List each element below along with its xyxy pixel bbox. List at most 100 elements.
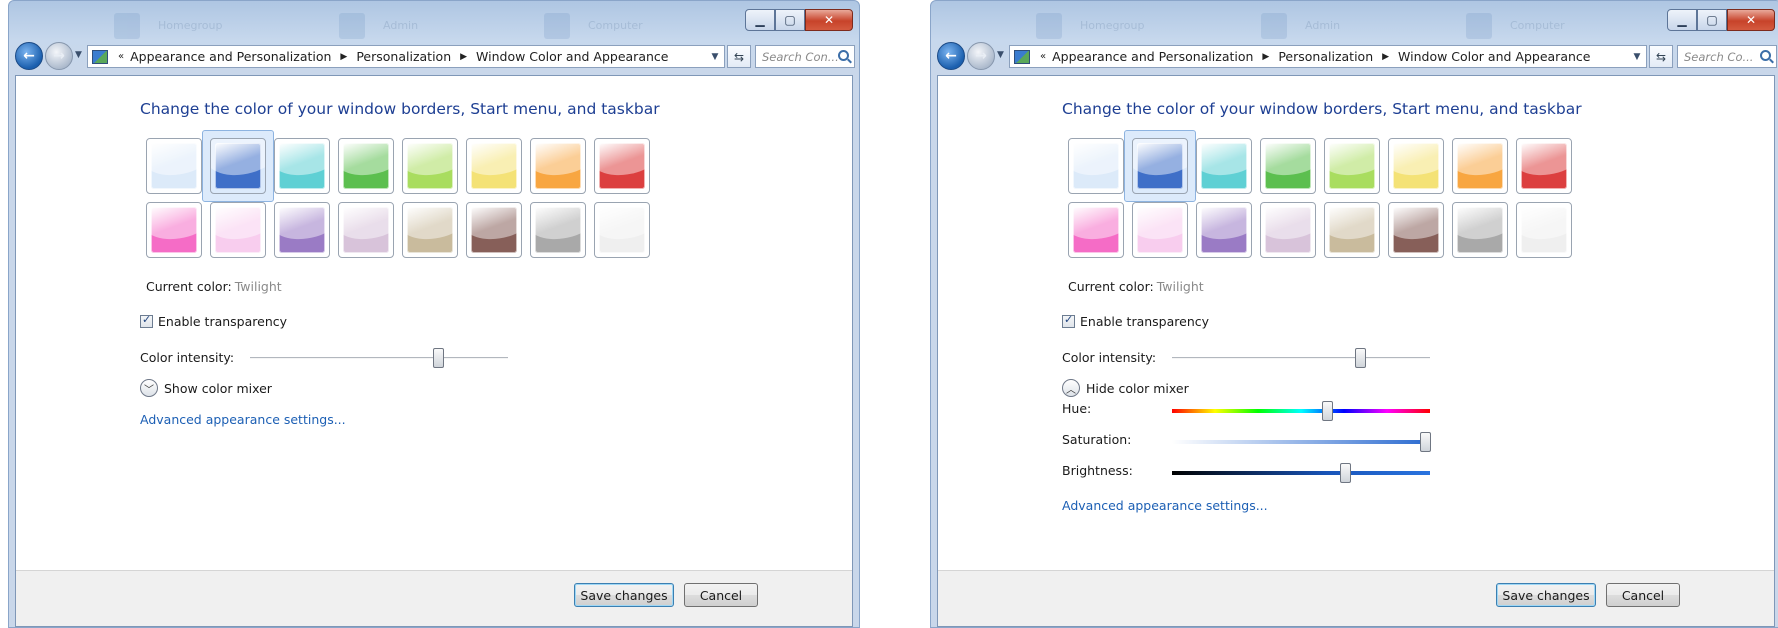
close-icon[interactable]: ✕ [1727,9,1775,31]
search-input[interactable]: Search Co... [1677,45,1777,68]
breadcrumb-personalization[interactable]: Personalization [1278,49,1373,64]
saturation-slider[interactable] [1172,432,1431,452]
recent-pages-dropdown[interactable]: ▼ [75,50,82,60]
transparency-label[interactable]: Enable transparency [158,314,287,329]
color-swatch-violet[interactable] [1068,202,1124,258]
color-swatch-lime[interactable] [1324,138,1380,194]
breadcrumb-window-color[interactable]: Window Color and Appearance [476,49,668,64]
desktop-ghost-item: Homegroup [1036,13,1186,43]
advanced-appearance-link[interactable]: Advanced appearance settings... [140,412,346,427]
address-dropdown-icon[interactable]: ▼ [706,52,724,62]
advanced-appearance-link[interactable]: Advanced appearance settings... [1062,498,1268,513]
hue-slider[interactable] [1172,401,1430,421]
color-swatch-frost[interactable] [466,202,522,258]
transparency-label[interactable]: Enable transparency [1080,314,1209,329]
minimize-icon[interactable]: ▁ [745,9,775,31]
color-swatch-sea[interactable] [1196,138,1252,194]
hue-thumb[interactable] [1321,401,1333,421]
color-swatch-slate[interactable] [1324,202,1380,258]
overflow-chevron[interactable]: « [118,51,124,62]
color-swatch-sky[interactable] [146,138,202,194]
breadcrumb-arrow-icon[interactable]: ▶ [1382,52,1389,62]
desktop-ghost-item: Admin [1261,13,1411,43]
close-icon[interactable]: ✕ [805,9,853,31]
refresh-icon[interactable]: ⇆ [727,45,751,68]
color-swatch-twilight[interactable] [1132,138,1188,194]
cancel-button[interactable]: Cancel [1606,583,1680,607]
color-swatch-stone[interactable] [1452,202,1508,258]
color-swatch-twilight[interactable] [210,138,266,194]
brightness-slider[interactable] [1172,463,1430,483]
color-swatch-sun[interactable] [466,138,522,194]
color-swatch-blush[interactable] [1516,138,1572,194]
color-mixer-label[interactable]: Hide color mixer [1086,381,1189,396]
address-bar[interactable]: « Appearance and Personalization ▶ Perso… [87,45,725,68]
transparency-option[interactable]: Enable transparency [140,313,287,329]
ghost-label: Admin [1305,19,1341,32]
transparency-option[interactable]: Enable transparency [1062,313,1209,329]
maximize-icon[interactable]: ▢ [775,9,805,31]
breadcrumb-appearance[interactable]: Appearance and Personalization [130,49,331,64]
color-swatch-white[interactable] [1516,202,1572,258]
saturation-thumb[interactable] [1419,432,1431,452]
search-icon[interactable] [1760,50,1771,61]
color-intensity-row: Color intensity: [140,350,234,365]
save-changes-button[interactable]: Save changes [1496,583,1596,607]
color-swatch-lavender[interactable] [210,202,266,258]
screenshot-stage: Homegroup Admin Computer ▁ ▢ ✕ ← → ▼ « A… [0,0,1778,628]
color-swatch-leaf[interactable] [338,138,394,194]
color-swatch-blush[interactable] [594,138,650,194]
brightness-thumb[interactable] [1339,463,1351,483]
color-mixer-toggle[interactable]: ﹀ Show color mixer [140,379,272,397]
breadcrumb-appearance[interactable]: Appearance and Personalization [1052,49,1253,64]
address-bar[interactable]: « Appearance and Personalization ▶ Perso… [1009,45,1647,68]
breadcrumb-arrow-icon[interactable]: ▶ [1262,52,1269,62]
search-input[interactable]: Search Con... [755,45,855,68]
transparency-checkbox[interactable] [1062,313,1075,328]
color-swatch-violet[interactable] [146,202,202,258]
forward-arrow-icon[interactable]: → [45,42,73,70]
search-icon[interactable] [838,50,849,61]
color-swatch-lime[interactable] [402,138,458,194]
refresh-icon[interactable]: ⇆ [1649,45,1673,68]
recent-pages-dropdown[interactable]: ▼ [997,50,1004,60]
minimize-icon[interactable]: ▁ [1667,9,1697,31]
color-intensity-thumb[interactable] [1355,348,1367,368]
color-swatch-white[interactable] [594,202,650,258]
color-swatch-leaf[interactable] [1260,138,1316,194]
color-swatch-taupe[interactable] [1196,202,1252,258]
save-changes-button[interactable]: Save changes [574,583,674,607]
color-swatch-sun[interactable] [1388,138,1444,194]
color-mixer-label[interactable]: Show color mixer [164,381,272,396]
breadcrumb-arrow-icon[interactable]: ▶ [460,52,467,62]
back-arrow-icon[interactable]: ← [937,42,965,70]
breadcrumb-arrow-icon[interactable]: ▶ [340,52,347,62]
color-swatch-stone[interactable] [530,202,586,258]
color-swatch-sky[interactable] [1068,138,1124,194]
color-swatch-pumpkin[interactable] [1452,138,1508,194]
forward-arrow-icon[interactable]: → [967,42,995,70]
overflow-chevron[interactable]: « [1040,51,1046,62]
color-mixer-toggle[interactable]: ︿ Hide color mixer [1062,379,1189,397]
color-swatch-pumpkin[interactable] [530,138,586,194]
color-swatch-sea[interactable] [274,138,330,194]
color-swatch-chocolate[interactable] [338,202,394,258]
color-swatch-taupe[interactable] [274,202,330,258]
maximize-icon[interactable]: ▢ [1697,9,1727,31]
breadcrumb-window-color[interactable]: Window Color and Appearance [1398,49,1590,64]
color-swatch-lavender[interactable] [1132,202,1188,258]
color-intensity-thumb[interactable] [433,348,445,368]
address-dropdown-icon[interactable]: ▼ [1628,52,1646,62]
color-swatch-chocolate[interactable] [1260,202,1316,258]
breadcrumb-personalization[interactable]: Personalization [356,49,451,64]
chevron-up-icon[interactable]: ︿ [1062,379,1080,397]
color-swatch-slate[interactable] [402,202,458,258]
search-placeholder: Search Co... [1684,50,1754,64]
cancel-button[interactable]: Cancel [684,583,758,607]
transparency-checkbox[interactable] [140,313,153,328]
back-arrow-icon[interactable]: ← [15,42,43,70]
color-swatch-frost[interactable] [1388,202,1444,258]
color-intensity-slider[interactable] [1172,348,1430,368]
color-intensity-slider[interactable] [250,348,508,368]
chevron-down-icon[interactable]: ﹀ [140,379,158,397]
